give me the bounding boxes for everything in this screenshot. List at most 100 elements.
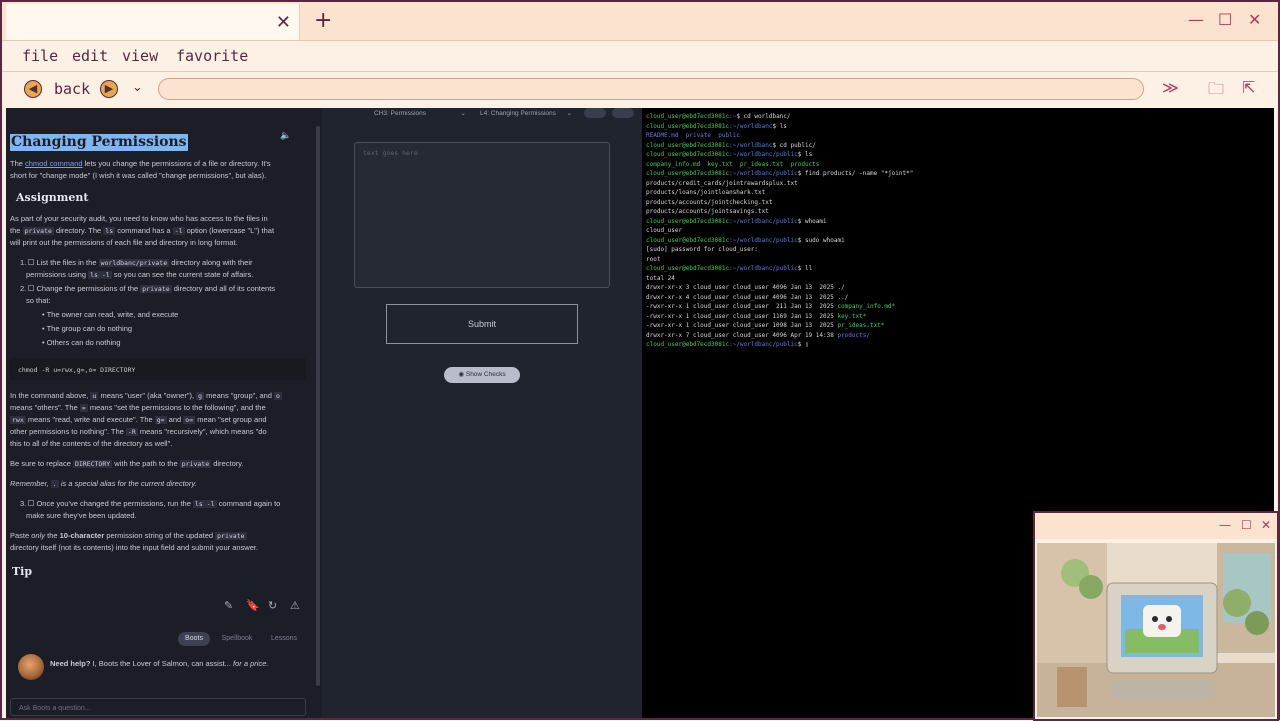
speaker-icon[interactable]: 🔈 xyxy=(280,130,291,142)
tab-spellbook[interactable]: Spellbook xyxy=(216,632,258,646)
tab-close-icon[interactable]: ✕ xyxy=(276,12,291,33)
explain-line-5: this to all of the contents of the direc… xyxy=(10,439,173,448)
terminal-line: cloud_user@ebd7ecd3081c:~/worldbanc$ cd … xyxy=(646,141,1274,151)
terminal-prompt: cloud_user@ebd7ecd3081c xyxy=(646,236,730,244)
close-icon[interactable]: ✕ xyxy=(1248,10,1261,29)
chmod-link[interactable]: chmod command xyxy=(25,159,83,168)
new-tab-icon[interactable]: + xyxy=(314,8,332,33)
terminal-line: drwxr-xr-x 4 cloud_user cloud_user 4096 … xyxy=(646,293,1274,303)
explain-line-3: rwx means "read, write and execute". The… xyxy=(10,415,267,424)
warning-icon[interactable]: ⚠ xyxy=(290,600,300,612)
submit-button[interactable]: Submit xyxy=(386,304,578,344)
menu-favorite[interactable]: favorite xyxy=(176,47,248,65)
terminal-filename: ../ xyxy=(837,293,849,301)
lofi-scene-illustration xyxy=(1037,543,1275,717)
terminal-path: :~/worldbanc/public xyxy=(729,341,798,348)
explain-line-4: other permissions to nothing". The -R me… xyxy=(10,427,267,436)
terminal-line: drwxr-xr-x 3 cloud_user cloud_user 4096 … xyxy=(646,283,1274,293)
refresh-icon[interactable]: ↻ xyxy=(268,600,277,612)
terminal-line: cloud_user xyxy=(646,227,683,234)
fast-forward-icon[interactable]: ≫ xyxy=(1162,78,1179,97)
terminal-command: $ sudo whoami xyxy=(797,236,845,244)
terminal-prompt: cloud_user@ebd7ecd3081c xyxy=(646,341,730,348)
video-popup: — ☐ ✕ xyxy=(1033,511,1279,721)
terminal-command: $ whoami xyxy=(797,217,827,225)
ask-input[interactable]: Ask Boots a question... xyxy=(10,698,306,716)
forward-arrow-icon[interactable]: ▶ xyxy=(100,80,118,98)
terminal-cursor: ▯ xyxy=(804,341,809,348)
extension-icon[interactable]: ⇱ xyxy=(1242,78,1255,97)
maximize-icon[interactable]: ☐ xyxy=(1218,10,1232,29)
code-block: chmod -R u=rwx,g=,o= DIRECTORY xyxy=(10,358,306,380)
next-lesson-button[interactable] xyxy=(612,108,634,118)
terminal-command: $ find products/ -name "*joint*" xyxy=(797,170,914,177)
tab-boots[interactable]: Boots xyxy=(178,632,210,646)
step-3-checkbox[interactable] xyxy=(28,500,35,506)
browser-tab[interactable]: ✕ xyxy=(6,4,300,40)
edit-icon[interactable]: ✎ xyxy=(224,600,233,612)
terminal-path: :~/worldbanc xyxy=(729,141,773,149)
chevron-down-icon[interactable]: ⌄ xyxy=(132,80,143,95)
terminal-line: [sudo] password for cloud_user: xyxy=(646,246,758,253)
popup-title-bar: — ☐ ✕ xyxy=(1035,513,1277,539)
terminal-line: products/loans/jointloanshark.txt xyxy=(646,189,766,196)
lofi-video-frame xyxy=(1037,543,1275,717)
menu-file[interactable]: file xyxy=(22,47,58,65)
replace-line: Be sure to replace DIRECTORY with the pa… xyxy=(10,459,244,468)
terminal-prompt: cloud_user@ebd7ecd3081c xyxy=(646,217,730,225)
answer-textarea[interactable]: text goes here xyxy=(354,142,610,288)
minimize-icon[interactable]: — xyxy=(1219,518,1231,532)
menu-edit[interactable]: edit xyxy=(72,47,108,65)
exercise-panel: CH3: Permissions ⌄ L4: Changing Permissi… xyxy=(322,108,642,718)
chevron-down-icon: ⌄ xyxy=(460,110,466,117)
terminal-path: :~/worldbanc/public xyxy=(729,170,798,177)
back-button[interactable]: back xyxy=(54,80,90,98)
bullet-others: • Others can do nothing xyxy=(42,338,121,347)
tab-bar: ✕ + — ☐ ✕ xyxy=(2,2,1278,40)
terminal-output: README.md private public xyxy=(646,132,740,139)
explain-line-2: means "others". The = means "set the per… xyxy=(10,403,266,412)
terminal-path: :~/worldbanc/public xyxy=(729,236,798,244)
browser-window: ✕ + — ☐ ✕ file edit view favorite ◀ back… xyxy=(0,0,1280,721)
terminal-line: products/credit_cards/jointrewardsplux.t… xyxy=(646,179,798,187)
step-2-checkbox[interactable] xyxy=(28,285,35,291)
terminal-prompt: cloud_user@ebd7ecd3081c xyxy=(646,170,730,177)
page-title: Changing Permissions xyxy=(10,134,188,151)
assignment-heading: Assignment xyxy=(16,191,89,204)
minimize-icon[interactable]: — xyxy=(1188,10,1204,29)
terminal-line: cloud_user@ebd7ecd3081c:~/worldbanc/publ… xyxy=(646,236,1274,246)
terminal-output: -rwxr-xr-x 1 cloud_user cloud_user 211 J… xyxy=(646,303,838,310)
explain-line-1: In the command above, u means "user" (ak… xyxy=(10,391,282,400)
terminal-line: products/accounts/jointsavings.txt xyxy=(646,208,769,215)
show-checks-button[interactable]: ◉ Show Checks xyxy=(444,367,520,383)
tip-heading[interactable]: Tip xyxy=(12,566,32,578)
chapter-select[interactable]: CH3: Permissions ⌄ xyxy=(374,108,466,120)
step-1: 1. List the files in the worldbanc/priva… xyxy=(20,258,253,267)
back-arrow-icon[interactable]: ◀ xyxy=(24,80,42,98)
step-1-line-2: permissions using ls -l so you can see t… xyxy=(26,270,254,279)
remember-line: Remember, . is a special alias for the c… xyxy=(10,479,197,488)
address-bar[interactable] xyxy=(158,78,1144,100)
terminal-line: cloud_user@ebd7ecd3081c:~/worldbanc/publ… xyxy=(646,217,1274,227)
terminal-prompt: cloud_user@ebd7ecd3081c xyxy=(646,113,730,120)
bookmark-icon[interactable]: 🔖 xyxy=(246,600,260,612)
terminal-path: :~/worldbanc/public xyxy=(729,217,798,225)
terminal-path: :~/worldbanc xyxy=(729,122,773,130)
maximize-icon[interactable]: ☐ xyxy=(1241,518,1252,532)
paste-line-1: Paste only the 10-character permission s… xyxy=(10,531,247,540)
terminal-line: -rwxr-xr-x 1 cloud_user cloud_user 1169 … xyxy=(646,312,1274,322)
bullet-group: • The group can do nothing xyxy=(42,324,133,333)
scrollbar[interactable] xyxy=(316,126,320,686)
terminal-line: README.md private public xyxy=(646,131,1274,141)
close-icon[interactable]: ✕ xyxy=(1261,518,1271,532)
menu-view[interactable]: view xyxy=(122,47,158,65)
folder-icon[interactable]: 🗀 xyxy=(1208,78,1224,105)
terminal-output: drwxr-xr-x 7 cloud_user cloud_user 4096 … xyxy=(646,331,838,339)
terminal-path: :~/worldbanc/public xyxy=(729,265,798,272)
lesson-select[interactable]: L4: Changing Permissions ⌄ xyxy=(480,108,572,120)
tab-lessons[interactable]: Lessons xyxy=(264,632,304,646)
intro-line-1: The chmod command lets you change the pe… xyxy=(10,159,271,168)
terminal-command: $ ls xyxy=(772,122,787,130)
step-1-checkbox[interactable] xyxy=(28,259,35,265)
prev-lesson-button[interactable] xyxy=(584,108,606,118)
